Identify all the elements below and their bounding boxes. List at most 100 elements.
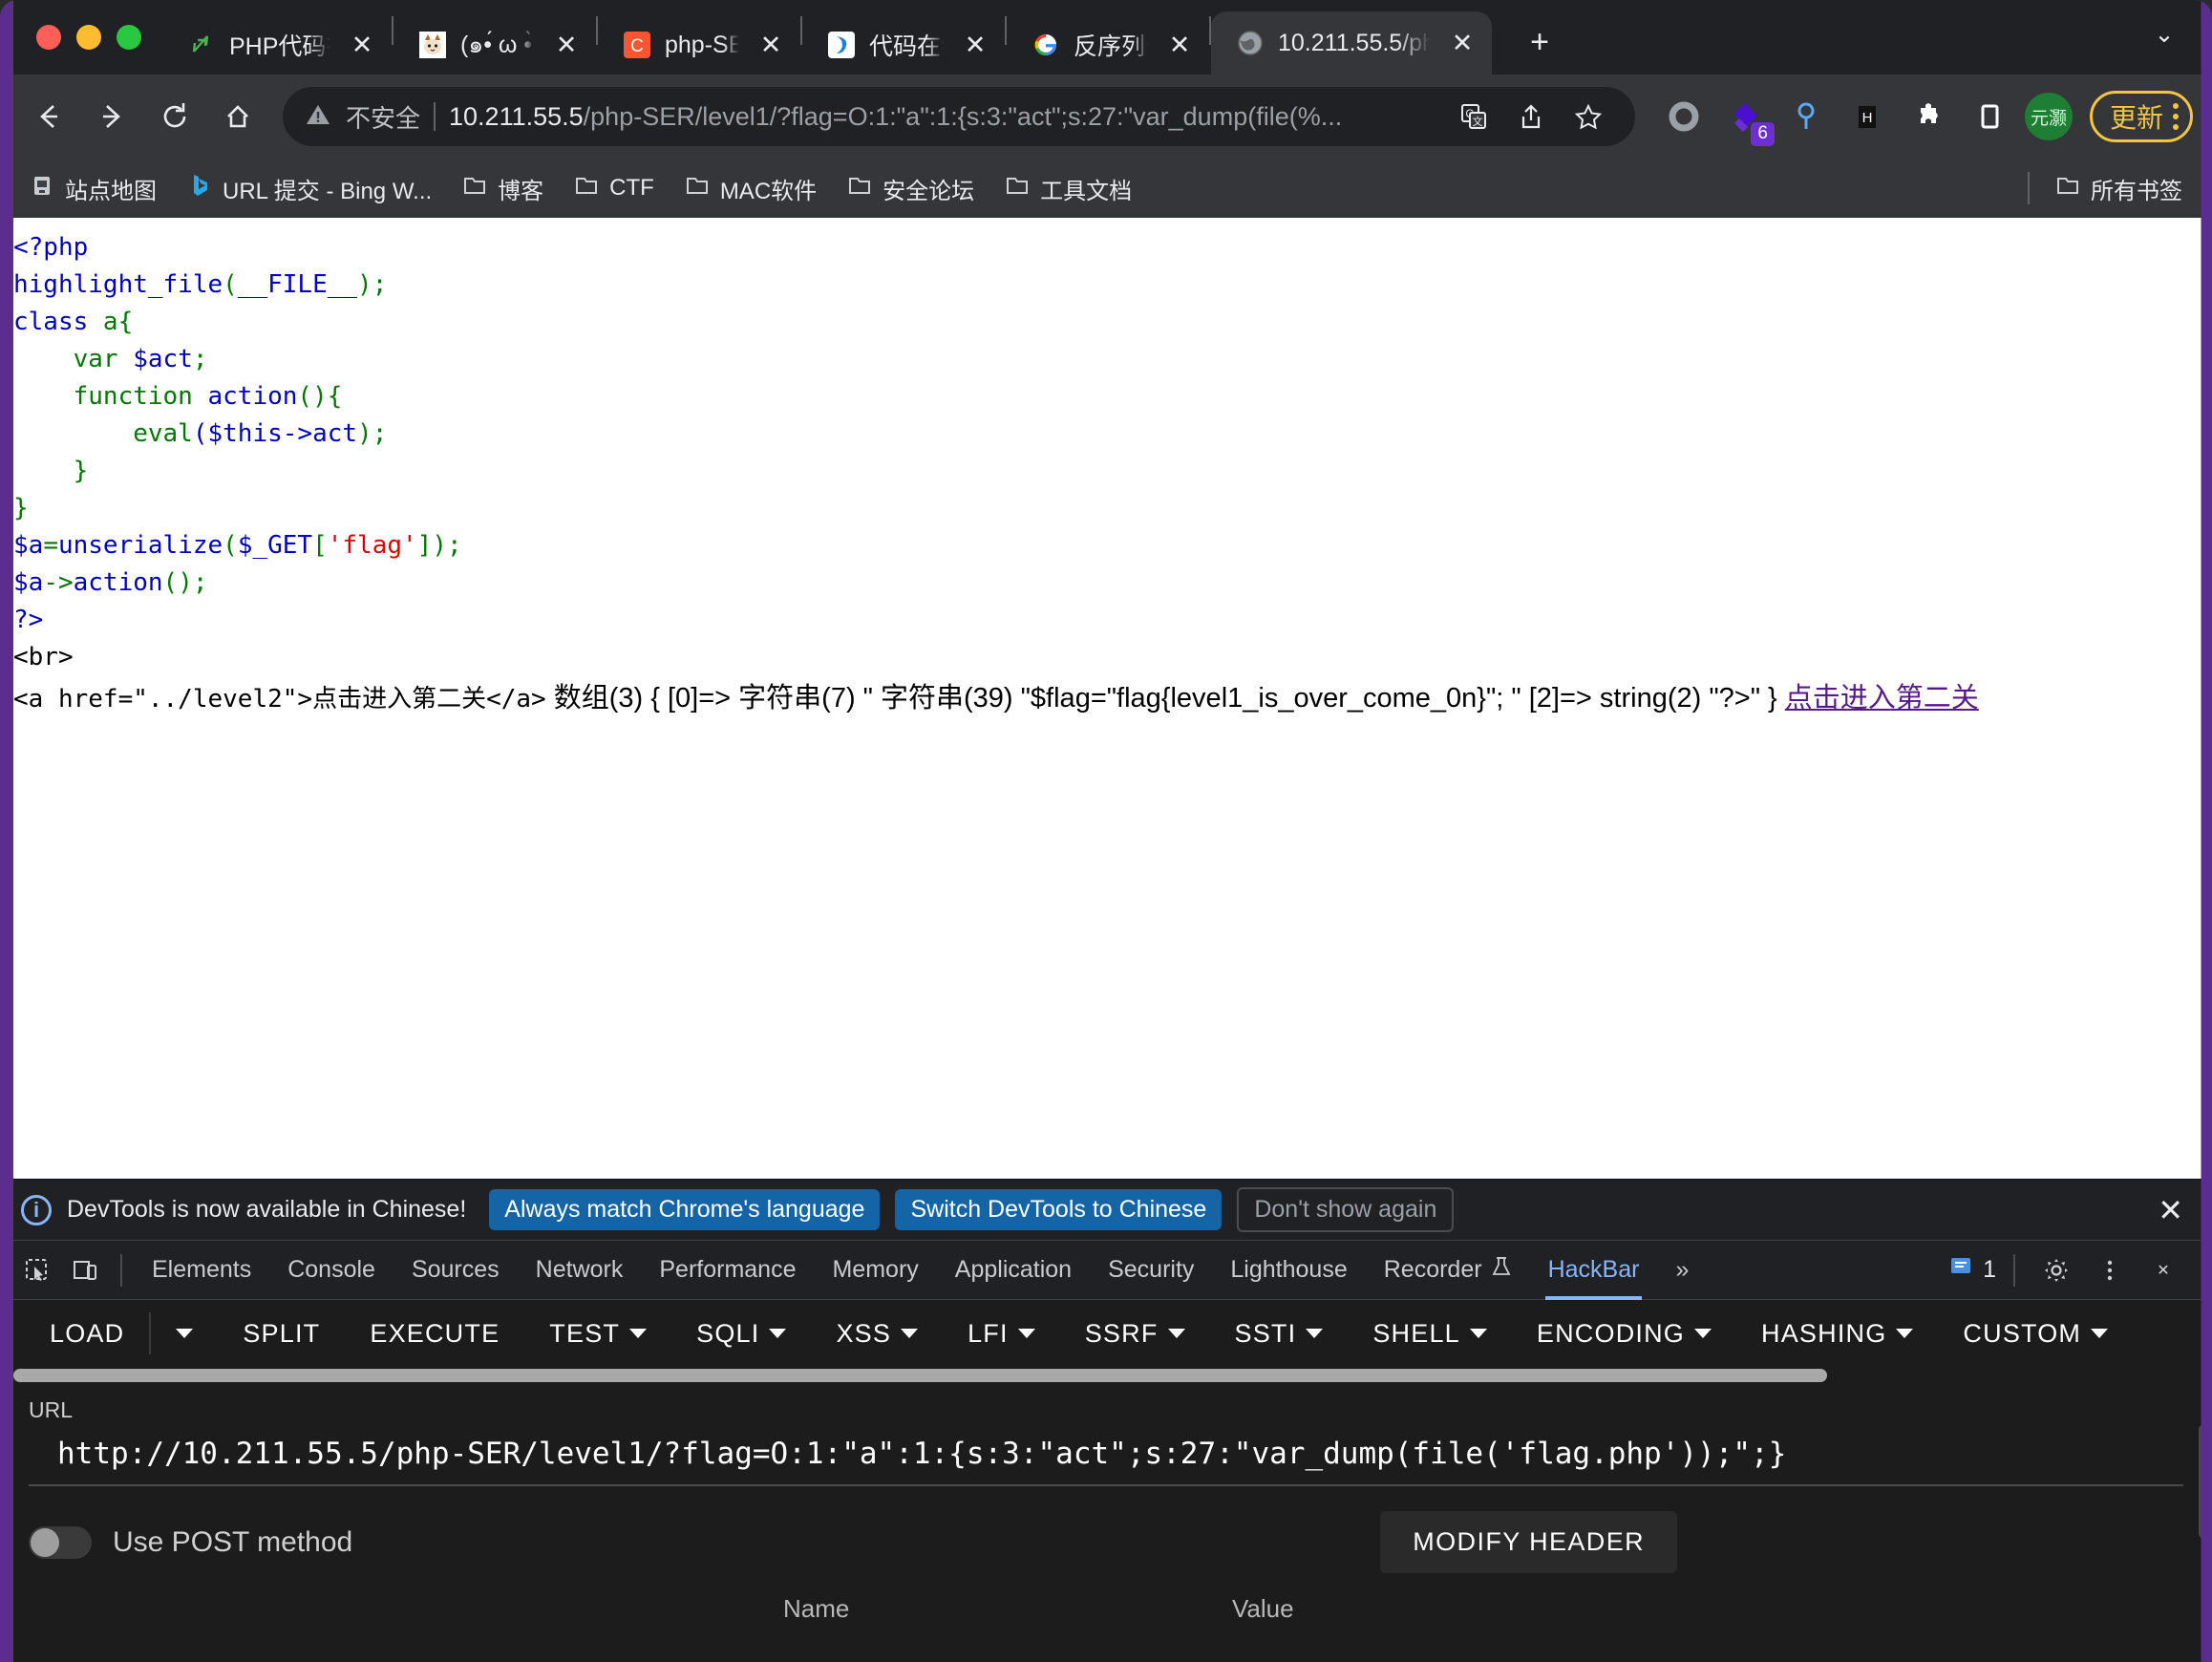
bookmark-item-bing[interactable]: URL 提交 - Bing W...: [175, 166, 444, 211]
code-token: __FILE__: [237, 270, 358, 299]
reload-icon[interactable]: [145, 87, 204, 146]
tab-network[interactable]: Network: [518, 1241, 642, 1300]
sidepanel-icon[interactable]: [1964, 91, 2015, 142]
code-token: ;: [192, 345, 208, 373]
hackbar-load-button[interactable]: LOAD: [25, 1319, 149, 1349]
hackbar-split-button[interactable]: SPLIT: [218, 1319, 345, 1349]
browser-tab-6-active[interactable]: 10.211.55.5/php-SER ✕: [1211, 11, 1492, 75]
hackbar-load-dropdown[interactable]: [151, 1329, 218, 1338]
tab-application[interactable]: Application: [937, 1241, 1090, 1300]
adblock-icon[interactable]: [1658, 91, 1710, 142]
headers-table-head: Name Value: [0, 1573, 2212, 1624]
profile-avatar[interactable]: 元灏: [2024, 93, 2073, 140]
new-tab-button[interactable]: +: [1513, 15, 1566, 69]
bookmark-item-sitemap[interactable]: 站点地图: [17, 166, 169, 211]
modify-header-button[interactable]: MODIFY HEADER: [1380, 1511, 1677, 1573]
tab-sources[interactable]: Sources: [393, 1241, 518, 1300]
chevron-down-icon[interactable]: ⌄: [2138, 8, 2191, 61]
hackbar-custom-menu[interactable]: CUSTOM: [1938, 1319, 2133, 1349]
use-post-method-toggle[interactable]: [29, 1525, 92, 1559]
forward-arrow-icon[interactable]: [82, 87, 141, 146]
always-match-language-button[interactable]: Always match Chrome's language: [489, 1189, 881, 1230]
hackbar-test-menu[interactable]: TEST: [524, 1319, 671, 1349]
close-tab-button[interactable]: ✕: [344, 27, 380, 63]
bookmark-folder-mac-software[interactable]: MAC软件: [672, 166, 829, 211]
chevron-down-icon: [1694, 1329, 1712, 1338]
message-count-indicator[interactable]: 1: [1948, 1254, 1996, 1286]
tab-lighthouse[interactable]: Lighthouse: [1212, 1241, 1365, 1300]
hackbar-lfi-menu[interactable]: LFI: [943, 1319, 1060, 1349]
hackbar-ssti-menu[interactable]: SSTI: [1210, 1319, 1349, 1349]
close-notice-icon[interactable]: ✕: [2150, 1192, 2191, 1228]
bookmark-label: CTF: [609, 175, 654, 201]
all-bookmarks-button[interactable]: 所有书签: [2043, 166, 2195, 211]
close-tab-button[interactable]: ✕: [1161, 27, 1198, 63]
devtools-vertical-scrollbar[interactable]: [2199, 1424, 2210, 1652]
home-icon[interactable]: [208, 87, 267, 146]
hackbar-shell-menu[interactable]: SHELL: [1348, 1319, 1512, 1349]
tab-title: 10.211.55.5/php-SER: [1278, 29, 1431, 56]
hackbar-sqli-menu[interactable]: SQLI: [671, 1319, 811, 1349]
hackbar-url-input[interactable]: http://10.211.55.5/php-SER/level1/?flag=…: [29, 1423, 2183, 1486]
back-arrow-icon[interactable]: [19, 87, 78, 146]
switch-devtools-language-button[interactable]: Switch DevTools to Chinese: [895, 1189, 1223, 1230]
wappalyzer-icon[interactable]: 6: [1719, 91, 1775, 146]
inspect-element-icon[interactable]: [13, 1246, 61, 1294]
close-devtools-icon[interactable]: ✕: [2139, 1246, 2187, 1294]
browser-tab-1[interactable]: PHP代码在线运行 ✕: [162, 15, 392, 75]
tab-console[interactable]: Console: [269, 1241, 393, 1300]
update-button[interactable]: 更新: [2089, 91, 2193, 142]
browser-tab-5[interactable]: 反序列化Object ✕: [1007, 15, 1209, 75]
hackbar-toolbar-scrollbar[interactable]: [0, 1367, 2212, 1384]
browser-tab-3[interactable]: C php-SER-libs-master ✕: [598, 15, 800, 75]
bookmark-folder-security-forum[interactable]: 安全论坛: [835, 166, 987, 211]
tab-title: 代码在线运行-JAVA: [869, 33, 944, 60]
extension-icons: 6 H 元灏 更新: [1650, 91, 2193, 146]
tab-elements[interactable]: Elements: [134, 1241, 269, 1300]
device-toolbar-icon[interactable]: [61, 1246, 109, 1294]
chevron-down-icon: [1167, 1329, 1185, 1338]
devtools-kebab-icon[interactable]: [2086, 1246, 2134, 1294]
browser-tab-4[interactable]: 代码在线运行-JAVA ✕: [802, 15, 1005, 75]
bookmark-folder-ctf[interactable]: CTF: [562, 167, 667, 210]
close-tab-button[interactable]: ✕: [548, 27, 585, 63]
tab-recorder[interactable]: Recorder: [1366, 1241, 1530, 1300]
puzzle-extensions-icon[interactable]: [1903, 91, 1954, 142]
zoom-window-button[interactable]: [117, 25, 141, 50]
hackbar-hashing-menu[interactable]: HASHING: [1736, 1319, 1938, 1349]
csdn-icon: C: [623, 31, 651, 59]
scrollbar-thumb[interactable]: [13, 1369, 1828, 1382]
code-line: }: [13, 453, 2199, 490]
chrome-menu-kebab-icon[interactable]: [2169, 103, 2179, 130]
bookmark-star-icon[interactable]: [1563, 91, 1614, 142]
php-logo-icon: [187, 31, 216, 59]
close-tab-button[interactable]: ✕: [1444, 25, 1480, 61]
close-tab-button[interactable]: ✕: [957, 27, 993, 63]
scrollbar-track[interactable]: [13, 1369, 2199, 1382]
bookmark-folder-blog[interactable]: 博客: [450, 166, 556, 211]
tab-memory[interactable]: Memory: [814, 1241, 936, 1300]
hackbar-icon[interactable]: H: [1841, 91, 1893, 142]
tab-performance[interactable]: Performance: [641, 1241, 814, 1300]
address-bar[interactable]: 不安全 10.211.55.5/php-SER/level1/?flag=O:1…: [283, 87, 1635, 146]
share-icon[interactable]: [1505, 91, 1557, 142]
close-tab-button[interactable]: ✕: [753, 27, 789, 63]
hackbar-ssrf-menu[interactable]: SSRF: [1060, 1319, 1210, 1349]
close-window-button[interactable]: [36, 25, 61, 50]
translate-icon[interactable]: G文: [1448, 91, 1499, 142]
tab-security[interactable]: Security: [1090, 1241, 1212, 1300]
location-pin-icon[interactable]: [1780, 91, 1832, 142]
hackbar-encoding-menu[interactable]: ENCODING: [1512, 1319, 1736, 1349]
folder-icon: [847, 173, 872, 204]
hackbar-xss-menu[interactable]: XSS: [811, 1319, 943, 1349]
bookmark-folder-tool-docs[interactable]: 工具文档: [992, 166, 1144, 211]
scrollbar-thumb[interactable]: [2199, 1424, 2210, 1539]
hackbar-execute-button[interactable]: EXECUTE: [345, 1319, 524, 1349]
next-level-link[interactable]: 点击进入第二关: [1785, 683, 1979, 714]
dont-show-again-button[interactable]: Don't show again: [1237, 1187, 1455, 1232]
browser-tab-2[interactable]: (๑•́ ω •̀๑) Hi, bmjoker ✕: [393, 15, 596, 75]
tab-hackbar[interactable]: HackBar: [1530, 1241, 1658, 1300]
more-tabs-chevron-icon[interactable]: »: [1657, 1241, 1707, 1300]
gear-icon[interactable]: [2032, 1246, 2080, 1294]
minimize-window-button[interactable]: [76, 25, 101, 50]
